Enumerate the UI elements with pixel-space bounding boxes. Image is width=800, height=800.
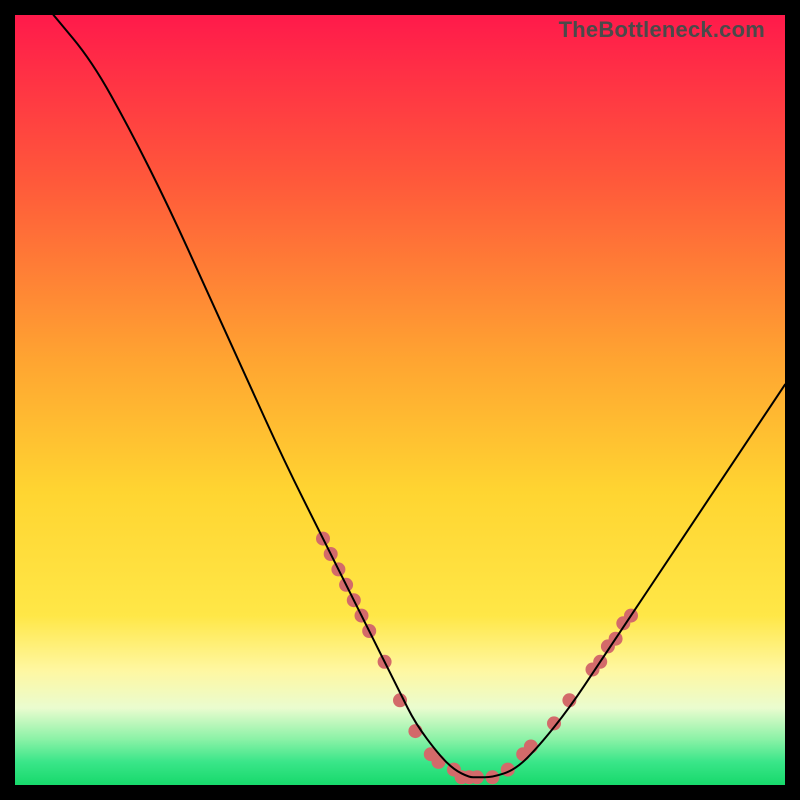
bottleneck-chart [15, 15, 785, 785]
marker-dot [432, 755, 446, 769]
chart-frame: TheBottleneck.com [15, 15, 785, 785]
marker-dot [524, 740, 538, 754]
plot-area [15, 15, 785, 785]
